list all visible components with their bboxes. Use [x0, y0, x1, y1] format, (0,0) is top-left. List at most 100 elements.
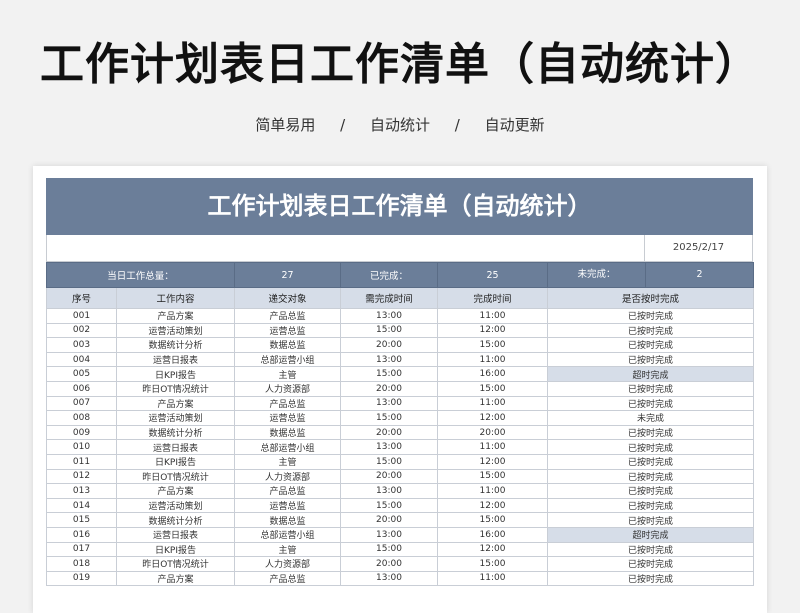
cell-done-time[interactable]: 15:00 — [437, 512, 549, 528]
cell-due-time[interactable]: 13:00 — [340, 570, 439, 587]
col-header-content[interactable]: 工作内容 — [115, 287, 236, 309]
cell-index[interactable]: 014 — [46, 497, 117, 514]
cell-index[interactable]: 008 — [46, 410, 117, 426]
cell-done-time[interactable]: 12:00 — [437, 497, 549, 514]
cell-content[interactable]: 日KPI报告 — [115, 366, 236, 382]
done-value[interactable]: 25 — [437, 262, 549, 288]
cell-recipient[interactable]: 主管 — [234, 453, 342, 470]
date-cell[interactable]: 2025/2/17 — [644, 235, 752, 261]
cell-due-time[interactable]: 20:00 — [340, 512, 439, 528]
cell-recipient[interactable]: 产品总监 — [234, 570, 342, 587]
cell-status[interactable]: 已按时完成 — [547, 541, 755, 558]
cell-done-time[interactable]: 11:00 — [437, 439, 549, 455]
cell-status[interactable]: 超时完成 — [547, 366, 755, 382]
cell-recipient[interactable]: 数据总监 — [234, 424, 342, 441]
cell-done-time[interactable]: 11:00 — [437, 351, 549, 368]
cell-content[interactable]: 产品方案 — [115, 308, 236, 324]
cell-index[interactable]: 005 — [46, 366, 117, 382]
cell-due-time[interactable]: 20:00 — [340, 337, 439, 353]
cell-status[interactable]: 已按时完成 — [547, 337, 755, 353]
cell-done-time[interactable]: 16:00 — [437, 366, 549, 382]
cell-index[interactable]: 009 — [46, 424, 117, 441]
cell-recipient[interactable]: 总部运营小组 — [234, 526, 342, 543]
total-value[interactable]: 27 — [234, 262, 342, 288]
cell-content[interactable]: 运营日报表 — [115, 351, 236, 368]
col-header-on-time[interactable]: 是否按时完成 — [547, 287, 755, 309]
cell-status[interactable]: 已按时完成 — [547, 497, 755, 514]
cell-recipient[interactable]: 总部运营小组 — [234, 439, 342, 455]
col-header-due-time[interactable]: 需完成时间 — [340, 287, 439, 309]
cell-due-time[interactable]: 20:00 — [340, 468, 439, 485]
cell-status[interactable]: 未完成 — [547, 410, 755, 426]
cell-content[interactable]: 昨日OT情况统计 — [115, 468, 236, 485]
cell-content[interactable]: 产品方案 — [115, 570, 236, 587]
cell-due-time[interactable]: 13:00 — [340, 395, 439, 412]
cell-recipient[interactable]: 人力资源部 — [234, 468, 342, 485]
cell-status[interactable]: 已按时完成 — [547, 453, 755, 470]
cell-done-time[interactable]: 15:00 — [437, 380, 549, 397]
cell-status[interactable]: 已按时完成 — [547, 512, 755, 528]
cell-recipient[interactable]: 运营总监 — [234, 497, 342, 514]
cell-index[interactable]: 015 — [46, 512, 117, 528]
cell-status[interactable]: 超时完成 — [547, 526, 755, 543]
cell-done-time[interactable]: 12:00 — [437, 541, 549, 558]
cell-status[interactable]: 已按时完成 — [547, 439, 755, 455]
cell-done-time[interactable]: 11:00 — [437, 483, 549, 499]
cell-recipient[interactable]: 产品总监 — [234, 395, 342, 412]
cell-content[interactable]: 运营日报表 — [115, 439, 236, 455]
cell-content[interactable]: 运营活动策划 — [115, 497, 236, 514]
cell-index[interactable]: 013 — [46, 483, 117, 499]
cell-index[interactable]: 011 — [46, 453, 117, 470]
cell-status[interactable]: 已按时完成 — [547, 308, 755, 324]
cell-status[interactable]: 已按时完成 — [547, 395, 755, 412]
cell-recipient[interactable]: 数据总监 — [234, 512, 342, 528]
cell-content[interactable]: 运营活动策划 — [115, 322, 236, 339]
cell-done-time[interactable]: 12:00 — [437, 410, 549, 426]
cell-recipient[interactable]: 主管 — [234, 366, 342, 382]
cell-done-time[interactable]: 16:00 — [437, 526, 549, 543]
cell-done-time[interactable]: 20:00 — [437, 424, 549, 441]
cell-recipient[interactable]: 总部运营小组 — [234, 351, 342, 368]
cell-status[interactable]: 已按时完成 — [547, 468, 755, 485]
cell-content[interactable]: 运营活动策划 — [115, 410, 236, 426]
cell-status[interactable]: 已按时完成 — [547, 424, 755, 441]
cell-done-time[interactable]: 12:00 — [437, 322, 549, 339]
cell-index[interactable]: 001 — [46, 308, 117, 324]
cell-recipient[interactable]: 运营总监 — [234, 322, 342, 339]
cell-done-time[interactable]: 11:00 — [437, 570, 549, 587]
cell-due-time[interactable]: 15:00 — [340, 541, 439, 558]
col-header-index[interactable]: 序号 — [46, 287, 117, 309]
cell-recipient[interactable]: 人力资源部 — [234, 380, 342, 397]
cell-index[interactable]: 012 — [46, 468, 117, 485]
cell-recipient[interactable]: 数据总监 — [234, 337, 342, 353]
cell-index[interactable]: 002 — [46, 322, 117, 339]
cell-status[interactable]: 已按时完成 — [547, 483, 755, 499]
cell-due-time[interactable]: 15:00 — [340, 322, 439, 339]
cell-recipient[interactable]: 产品总监 — [234, 308, 342, 324]
cell-index[interactable]: 003 — [46, 337, 117, 353]
cell-done-time[interactable]: 11:00 — [437, 395, 549, 412]
cell-content[interactable]: 日KPI报告 — [115, 541, 236, 558]
cell-due-time[interactable]: 15:00 — [340, 453, 439, 470]
cell-due-time[interactable]: 13:00 — [340, 483, 439, 499]
cell-done-time[interactable]: 12:00 — [437, 453, 549, 470]
cell-content[interactable]: 产品方案 — [115, 395, 236, 412]
cell-content[interactable]: 产品方案 — [115, 483, 236, 499]
cell-recipient[interactable]: 运营总监 — [234, 410, 342, 426]
cell-recipient[interactable]: 产品总监 — [234, 483, 342, 499]
cell-content[interactable]: 数据统计分析 — [115, 424, 236, 441]
cell-index[interactable]: 006 — [46, 380, 117, 397]
cell-index[interactable]: 010 — [46, 439, 117, 455]
cell-index[interactable]: 018 — [46, 556, 117, 572]
cell-content[interactable]: 昨日OT情况统计 — [115, 556, 236, 572]
col-header-done-time[interactable]: 完成时间 — [437, 287, 549, 309]
cell-content[interactable]: 运营日报表 — [115, 526, 236, 543]
col-header-recipient[interactable]: 递交对象 — [234, 287, 342, 309]
cell-status[interactable]: 已按时完成 — [547, 570, 755, 587]
cell-index[interactable]: 016 — [46, 526, 117, 543]
cell-status[interactable]: 已按时完成 — [547, 351, 755, 368]
cell-due-time[interactable]: 20:00 — [340, 424, 439, 441]
cell-status[interactable]: 已按时完成 — [547, 380, 755, 397]
cell-recipient[interactable]: 人力资源部 — [234, 556, 342, 572]
cell-content[interactable]: 数据统计分析 — [115, 512, 236, 528]
